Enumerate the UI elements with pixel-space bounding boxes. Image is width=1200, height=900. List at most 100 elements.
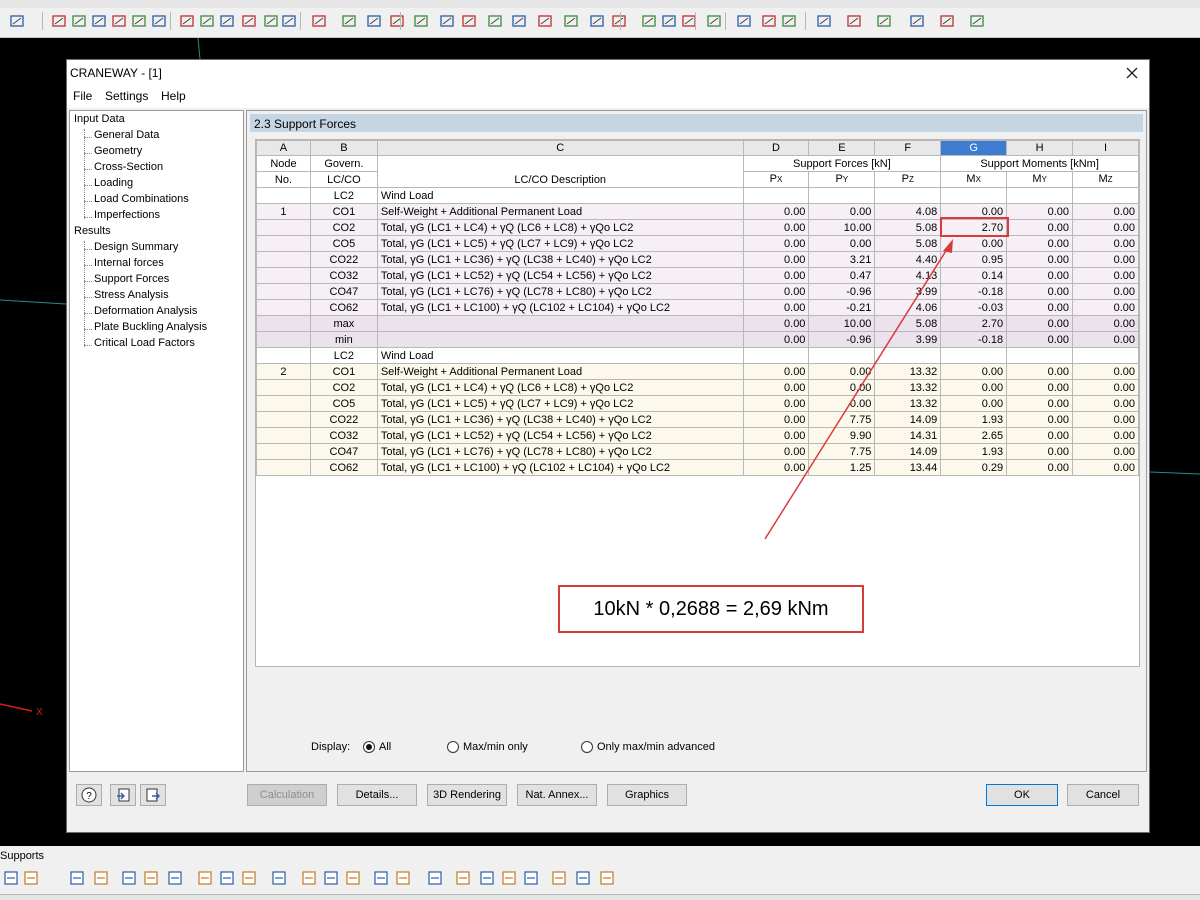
table-row[interactable]: LC2 Wind Load	[256, 347, 1139, 364]
cell-value[interactable]: 0.00	[742, 363, 810, 380]
toolbar-tool-icon[interactable]	[438, 12, 456, 30]
cell-node[interactable]	[256, 299, 311, 316]
cell-value[interactable]: 0.00	[1072, 315, 1139, 332]
nav-item-cross-section[interactable]: Cross-Section	[94, 161, 163, 177]
table-tool-icon[interactable]	[300, 869, 318, 887]
cell-value[interactable]: 0.00	[1072, 235, 1139, 252]
table-tool-icon[interactable]	[166, 869, 184, 887]
cell-description[interactable]	[376, 331, 744, 348]
menu-help[interactable]: Help	[161, 89, 186, 103]
cell-value[interactable]: 1.93	[940, 443, 1008, 460]
cell-value[interactable]: 0.00	[742, 443, 810, 460]
cell-node[interactable]	[256, 443, 311, 460]
cell-value[interactable]: 14.31	[874, 427, 942, 444]
toolbar-tool-icon[interactable]	[735, 12, 753, 30]
cell-lcco[interactable]: CO1	[309, 363, 378, 380]
toolbar-tool-icon[interactable]	[262, 12, 280, 30]
header-node[interactable]: Node	[256, 155, 311, 172]
cell-value[interactable]: 4.08	[874, 203, 942, 220]
nat-annex-button[interactable]: Nat. Annex...	[517, 784, 597, 806]
table-row[interactable]: CO47 Total, γG (LC1 + LC76) + γQ (LC78 + …	[256, 283, 1139, 300]
table-row[interactable]: CO62 Total, γG (LC1 + LC100) + γQ (LC102 …	[256, 459, 1139, 476]
cell-lcco[interactable]: max	[309, 315, 378, 332]
cell-lcco[interactable]: CO5	[309, 395, 378, 412]
column-header-g[interactable]: G	[940, 140, 1008, 156]
cell-value[interactable]: 5.08	[874, 235, 942, 252]
cell-value[interactable]: 0.00	[742, 331, 810, 348]
cell-description[interactable]: Total, γG (LC1 + LC76) + γQ (LC78 + LC80…	[376, 283, 744, 300]
cell-value[interactable]	[1072, 347, 1139, 364]
table-tool-icon[interactable]	[394, 869, 412, 887]
nav-results[interactable]: Results	[74, 225, 111, 241]
cell-value[interactable]	[742, 347, 810, 364]
toolbar-tool-icon[interactable]	[510, 12, 528, 30]
toolbar-tool-icon[interactable]	[340, 12, 358, 30]
cell-value[interactable]: 0.00	[940, 379, 1008, 396]
cell-value[interactable]: 0.00	[1072, 219, 1139, 236]
cell-value[interactable]: 0.00	[742, 411, 810, 428]
cell-value[interactable]: -0.03	[940, 299, 1008, 316]
column-header-d[interactable]: D	[742, 140, 810, 156]
toolbar-tool-icon[interactable]	[8, 12, 26, 30]
column-header-a[interactable]: A	[256, 140, 311, 156]
cell-value[interactable]: 0.00	[808, 203, 876, 220]
cell-lcco[interactable]: CO47	[309, 283, 378, 300]
cell-value[interactable]: 10.00	[808, 315, 876, 332]
nav-item-internal-forces[interactable]: Internal forces	[94, 257, 164, 273]
cell-value[interactable]: 0.00	[742, 203, 810, 220]
toolbar-tool-icon[interactable]	[130, 12, 148, 30]
cell-value[interactable]: 0.00	[742, 395, 810, 412]
nav-item-deformation-analysis[interactable]: Deformation Analysis	[94, 305, 197, 321]
toolbar-tool-icon[interactable]	[150, 12, 168, 30]
header-support-moments[interactable]: Support Moments [kNm]	[940, 155, 1139, 172]
cell-value[interactable]: 0.00	[1072, 395, 1139, 412]
table-tool-icon[interactable]	[92, 869, 110, 887]
toolbar-tool-icon[interactable]	[198, 12, 216, 30]
table-tool-icon[interactable]	[68, 869, 86, 887]
table-tool-icon[interactable]	[218, 869, 236, 887]
cell-value[interactable]: 0.00	[1006, 315, 1074, 332]
cell-value[interactable]: 0.00	[742, 235, 810, 252]
toolbar-tool-icon[interactable]	[280, 12, 298, 30]
table-row[interactable]: CO22 Total, γG (LC1 + LC36) + γQ (LC38 + …	[256, 411, 1139, 428]
cell-value[interactable]: 10.00	[808, 219, 876, 236]
cell-lcco[interactable]: CO32	[309, 427, 378, 444]
cell-node[interactable]: 2	[256, 363, 311, 380]
table-tool-icon[interactable]	[372, 869, 390, 887]
cell-value[interactable]	[808, 187, 876, 204]
toolbar-tool-icon[interactable]	[90, 12, 108, 30]
table-row[interactable]: min 0.00 -0.96 3.99 -0.18 0.00 0.00	[256, 331, 1139, 348]
nav-item-imperfections[interactable]: Imperfections	[94, 209, 160, 225]
table-tool-icon[interactable]	[196, 869, 214, 887]
export-icon[interactable]	[110, 784, 136, 806]
cell-node[interactable]	[256, 331, 311, 348]
toolbar-tool-icon[interactable]	[562, 12, 580, 30]
cell-value[interactable]: 0.00	[1072, 331, 1139, 348]
cell-description[interactable]: Self-Weight + Additional Permanent Load	[376, 363, 744, 380]
nav-item-support-forces[interactable]: Support Forces	[94, 273, 169, 289]
table-tool-icon[interactable]	[240, 869, 258, 887]
cell-description[interactable]: Total, γG (LC1 + LC52) + γQ (LC54 + LC56…	[376, 267, 744, 284]
cell-value[interactable]: 0.00	[1072, 379, 1139, 396]
toolbar-tool-icon[interactable]	[110, 12, 128, 30]
cell-value[interactable]: 0.00	[808, 235, 876, 252]
cell-value[interactable]: 3.21	[808, 251, 876, 268]
cell-value[interactable]: 0.00	[742, 283, 810, 300]
table-tool-icon[interactable]	[500, 869, 518, 887]
cell-value[interactable]: 0.00	[1006, 411, 1074, 428]
table-tool-icon[interactable]	[142, 869, 160, 887]
table-tool-icon[interactable]	[522, 869, 540, 887]
toolbar-tool-icon[interactable]	[875, 12, 893, 30]
toolbar-tool-icon[interactable]	[365, 12, 383, 30]
cell-description[interactable]: Total, γG (LC1 + LC36) + γQ (LC38 + LC40…	[376, 251, 744, 268]
cell-value[interactable]: 0.00	[1006, 299, 1074, 316]
cell-value[interactable]	[742, 187, 810, 204]
toolbar-tool-icon[interactable]	[460, 12, 478, 30]
cell-value[interactable]: 1.93	[940, 411, 1008, 428]
table-row[interactable]: CO2 Total, γG (LC1 + LC4) + γQ (LC6 + LC8…	[256, 379, 1139, 396]
cell-value[interactable]	[1072, 187, 1139, 204]
toolbar-tool-icon[interactable]	[178, 12, 196, 30]
calculation-button[interactable]: Calculation	[247, 784, 327, 806]
cell-value[interactable]: 0.00	[1006, 219, 1074, 236]
table-row[interactable]: CO5 Total, γG (LC1 + LC5) + γQ (LC7 + LC9…	[256, 395, 1139, 412]
